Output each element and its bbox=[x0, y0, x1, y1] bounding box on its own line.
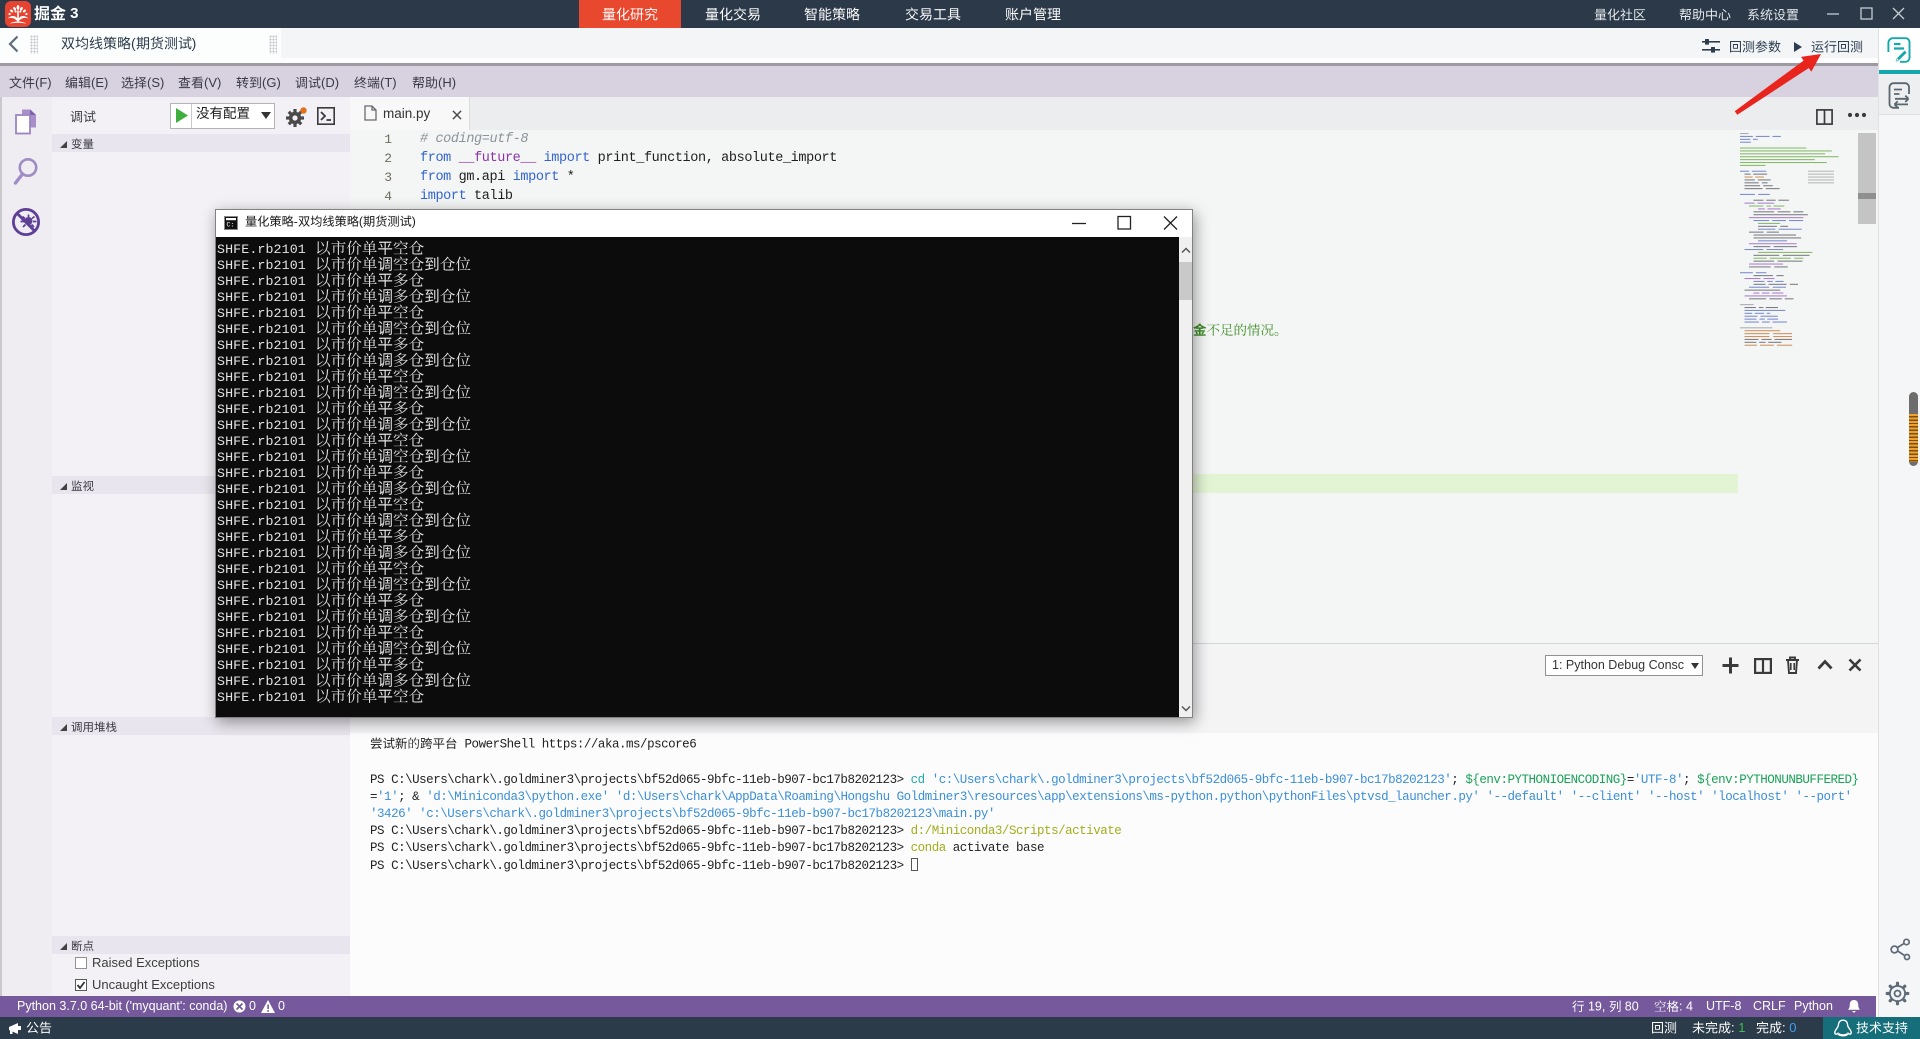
svg-text:C:: C: bbox=[227, 222, 235, 228]
